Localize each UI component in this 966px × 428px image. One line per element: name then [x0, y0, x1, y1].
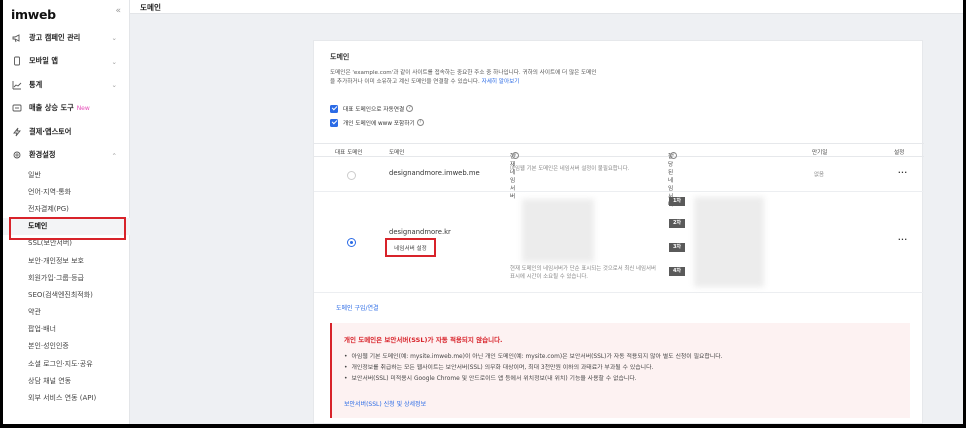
ns-badge-2: 2차	[669, 219, 685, 228]
nameserver-settings-button[interactable]: 네임서버 설정	[385, 238, 436, 257]
submenu-item-api[interactable]: 외부 서비스 연동 (API)	[3, 389, 130, 406]
settings-submenu: 일반 언어·지역·통화 전자결제(PG) 도메인 SSL(보안서버) 보안·개인…	[3, 166, 130, 407]
primary-radio-selected[interactable]	[347, 238, 356, 247]
sidebar-item-label: 통계	[29, 79, 43, 89]
header-primary: 대표 도메인	[335, 150, 363, 156]
table-header: 대표 도메인 도메인 현재 네임서버? 할당된 네임서버? 만기일 설정	[314, 143, 924, 208]
app-window: imweb « 광고 캠페인 관리 ⌄ 모바일 앱 ⌄ 통계 ⌄ 매출 상승 도…	[3, 0, 963, 424]
sidebar-menu: 광고 캠페인 관리 ⌄ 모바일 앱 ⌄ 통계 ⌄ 매출 상승 도구 New 결제…	[3, 26, 130, 167]
assigned-ns-blurred	[694, 197, 764, 287]
sidebar-item-sales-tools[interactable]: 매출 상승 도구 New	[3, 97, 130, 121]
sidebar-item-payment-appstore[interactable]: 결제·앱스토어	[3, 120, 130, 144]
logo-row: imweb «	[11, 4, 123, 22]
ssl-info-link[interactable]: 보안서버(SSL) 신청 및 상세정보	[344, 399, 426, 408]
sidebar-item-label: 결제·앱스토어	[29, 126, 72, 136]
learn-more-link[interactable]: 자세히 알아보기	[482, 79, 520, 85]
submenu-item-social[interactable]: 소셜 로그인·지도·공유	[3, 355, 130, 372]
domain-name: designandmore.imweb.me	[389, 169, 480, 177]
card-title: 도메인	[330, 53, 350, 61]
warning-title: 개인 도메인은 보안서버(SSL)가 자동 적용되지 않습니다.	[344, 336, 503, 344]
current-ns-blurred	[522, 199, 594, 262]
domain-card: 도메인 도메인은 'example.com'과 같이 사이트를 접속하는 중요한…	[313, 40, 924, 424]
lightning-icon	[12, 127, 22, 137]
checkbox-checked[interactable]	[330, 118, 338, 127]
description-text: 을 추가하거나 이미 소유하고 계신 도메인을 연결할 수 있습니다.	[330, 79, 480, 85]
checkbox-checked[interactable]	[330, 104, 338, 113]
submenu-item-pg[interactable]: 전자결제(PG)	[3, 200, 130, 217]
include-www-checkbox[interactable]: 개인 도메인에 www 포함하기 ?	[330, 118, 424, 127]
buy-domain-link[interactable]: 도메인 구입/연결	[336, 303, 379, 312]
submenu-item-chat[interactable]: 상담 채널 연동	[3, 372, 130, 389]
checkbox-label: 대표 도메인으로 자동연결	[343, 107, 405, 113]
warning-item: 개인정보를 취급하는 모든 웹사이트는 보안서버(SSL) 의무화 대상이며, …	[344, 363, 723, 374]
new-badge: New	[76, 104, 90, 112]
chevron-down-icon: ⌄	[111, 57, 117, 66]
header-domain: 도메인	[389, 150, 405, 156]
ns-badge-1: 1차	[669, 197, 685, 206]
sidebar-item-mobile-app[interactable]: 모바일 앱 ⌄	[3, 50, 130, 74]
submenu-item-popup[interactable]: 팝업·배너	[3, 321, 130, 338]
sidebar-item-label: 매출 상승 도구	[29, 103, 74, 113]
more-options-button[interactable]: ···	[898, 236, 907, 244]
warning-list: 아임웹 기본 도메인(예: mysite.imweb.me)이 아닌 개인 도메…	[344, 352, 723, 385]
description-line: 도메인은 'example.com'과 같이 사이트를 접속하는 중요한 주소 …	[330, 70, 597, 76]
mobile-icon	[12, 56, 22, 66]
chart-icon	[12, 80, 22, 90]
megaphone-icon	[12, 33, 22, 43]
submenu-item-general[interactable]: 일반	[3, 166, 130, 183]
page-title: 도메인	[140, 3, 161, 12]
help-icon[interactable]: ?	[416, 119, 424, 126]
sidebar-item-settings[interactable]: 환경설정 ⌃	[3, 144, 130, 168]
sidebar-item-statistics[interactable]: 통계 ⌄	[3, 73, 130, 97]
description-line-2: 을 추가하거나 이미 소유하고 계신 도메인을 연결할 수 있습니다. 자세히 …	[330, 78, 670, 87]
imweb-logo[interactable]: imweb	[11, 7, 56, 22]
table-row: designandmore.kr 네임서버 설정 현재 도메인의 네임서버가 단…	[314, 193, 924, 293]
help-icon[interactable]: ?	[406, 105, 414, 112]
sidebar-item-label: 환경설정	[29, 150, 56, 160]
header-expiry: 만기일	[812, 150, 828, 156]
ns-badge-4: 4차	[669, 267, 685, 276]
top-bar: 도메인	[130, 0, 963, 14]
checkbox-label: 개인 도메인에 www 포함하기	[343, 121, 415, 127]
sidebar-item-label: 모바일 앱	[29, 56, 58, 66]
highlight-box	[9, 217, 126, 240]
chevron-up-icon: ⌃	[111, 151, 117, 160]
ns-note: 아임웹 기본 도메인은 네임서버 설정이 불필요합니다.	[510, 166, 630, 172]
warning-item: 아임웹 기본 도메인(예: mysite.imweb.me)이 아닌 개인 도메…	[344, 352, 722, 363]
chevron-down-icon: ⌄	[111, 34, 117, 42]
ns-note: 현재 도메인의 네임서버가 단순 표시되는 것으로서 최신 네임서버 표시에 시…	[510, 266, 656, 280]
header-settings: 설정	[894, 150, 905, 156]
collapse-sidebar-icon[interactable]: «	[115, 4, 121, 18]
domain-name: designandmore.kr	[389, 228, 451, 236]
chevron-down-icon: ⌄	[111, 81, 117, 89]
sidebar-item-label: 광고 캠페인 관리	[29, 32, 81, 42]
submenu-item-language[interactable]: 언어·지역·통화	[3, 183, 130, 200]
tools-icon	[12, 103, 22, 113]
submenu-item-verification[interactable]: 본인·성인인증	[3, 338, 130, 355]
ssl-warning-box: 개인 도메인은 보안서버(SSL)가 자동 적용되지 않습니다. 아임웹 기본 …	[330, 323, 910, 418]
more-options-button[interactable]: ···	[898, 169, 907, 177]
description: 도메인은 'example.com'과 같이 사이트를 접속하는 중요한 주소 …	[330, 69, 670, 87]
auto-redirect-checkbox[interactable]: 대표 도메인으로 자동연결 ?	[330, 104, 414, 113]
submenu-item-seo[interactable]: SEO(검색엔진최적화)	[3, 286, 130, 303]
sidebar: imweb « 광고 캠페인 관리 ⌄ 모바일 앱 ⌄ 통계 ⌄ 매출 상승 도…	[3, 0, 130, 424]
expiry-value: 없음	[814, 172, 824, 178]
primary-radio[interactable]	[347, 171, 356, 180]
gear-icon	[12, 150, 22, 160]
table-row: designandmore.imweb.me 아임웹 기본 도메인은 네임서버 …	[314, 158, 924, 192]
warning-item: 보안서버(SSL) 미적용시 Google Chrome 및 안드로이드 앱 등…	[344, 374, 723, 385]
submenu-item-security[interactable]: 보안·개인정보 보호	[3, 252, 130, 269]
sidebar-item-ad-campaign[interactable]: 광고 캠페인 관리 ⌄	[3, 26, 130, 50]
ns-badge-3: 3차	[669, 243, 685, 252]
submenu-item-membership[interactable]: 회원가입·그룹·등급	[3, 269, 130, 286]
submenu-item-terms[interactable]: 약관	[3, 304, 130, 321]
